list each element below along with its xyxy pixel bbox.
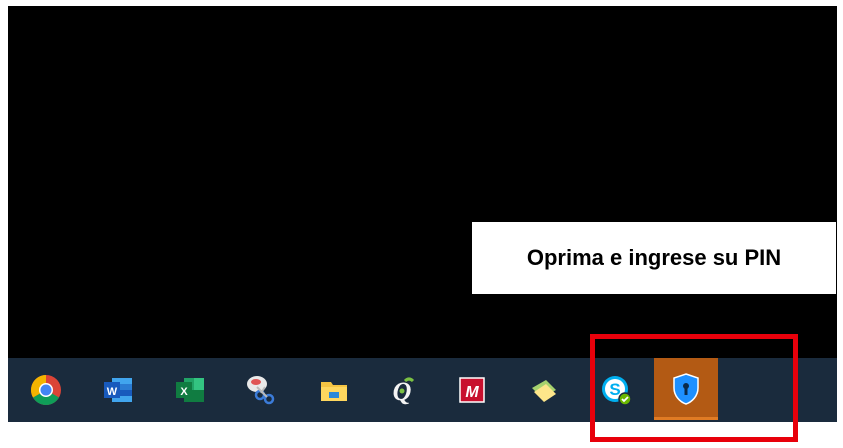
instruction-callout: Oprima e ingrese su PIN (472, 222, 836, 294)
qlik-icon[interactable]: Q (378, 366, 426, 414)
highlight-box (590, 334, 798, 442)
svg-text:W: W (107, 386, 118, 398)
sticky-notes-icon[interactable] (520, 366, 568, 414)
snipping-tool-icon[interactable] (236, 366, 284, 414)
svg-text:M: M (465, 384, 479, 401)
file-explorer-icon[interactable] (310, 366, 358, 414)
chrome-icon[interactable] (22, 366, 70, 414)
svg-text:X: X (180, 386, 188, 398)
instruction-text: Oprima e ingrese su PIN (526, 245, 782, 270)
excel-icon[interactable]: X (166, 366, 214, 414)
word-icon[interactable]: W (94, 366, 142, 414)
mcafee-icon[interactable]: M (448, 366, 496, 414)
desktop-screen (8, 6, 837, 358)
